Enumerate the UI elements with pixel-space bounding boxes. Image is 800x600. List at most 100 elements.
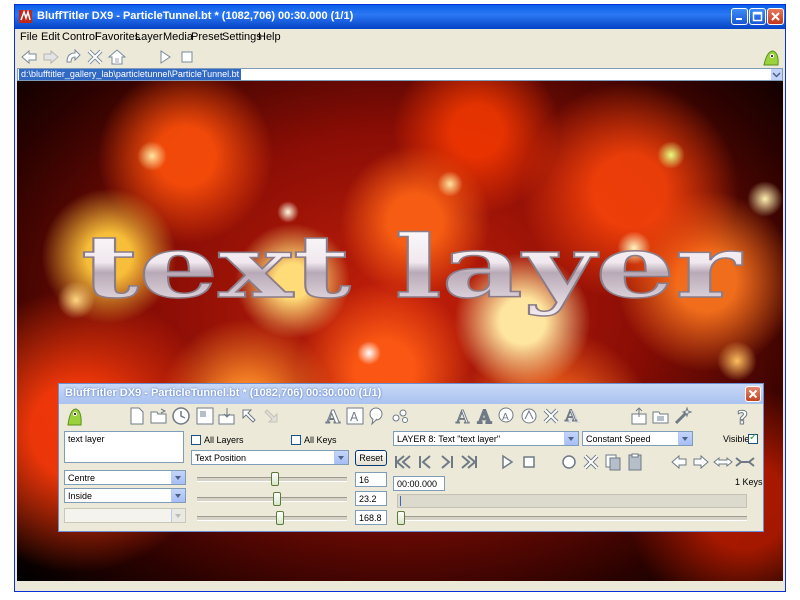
previous-key-icon[interactable] [415, 452, 435, 472]
slider-thumb-3[interactable] [275, 511, 284, 525]
text-box-icon[interactable]: A [345, 406, 365, 426]
next-key-icon[interactable] [437, 452, 457, 472]
menu-layer[interactable]: Layer [135, 31, 163, 43]
all-keys-label: All Keys [304, 435, 337, 445]
redo-icon[interactable] [63, 47, 83, 67]
menu-favorites[interactable]: Favorites [95, 31, 140, 43]
particles-icon[interactable] [391, 406, 411, 426]
menu-control[interactable]: Control [62, 31, 97, 43]
stop-square-icon[interactable] [519, 452, 539, 472]
font-icon[interactable]: A [323, 406, 343, 427]
back-icon[interactable] [19, 47, 39, 67]
clock-icon[interactable] [171, 406, 191, 426]
menu-media[interactable]: Media [163, 31, 193, 43]
export-icon[interactable] [629, 406, 649, 426]
close-button[interactable] [767, 8, 784, 25]
svg-text:A: A [350, 410, 359, 424]
paste-key-icon[interactable] [625, 452, 645, 472]
chevron-down-icon [171, 509, 185, 522]
position-select-value: Inside [68, 491, 93, 501]
font-bubble-icon[interactable]: A [497, 406, 517, 426]
keys-count: 1 Keys [735, 477, 763, 487]
text-content-field[interactable]: text layer [64, 431, 184, 463]
align-select[interactable]: Centre [64, 470, 186, 485]
play-icon[interactable] [155, 47, 175, 67]
font-shape-icon[interactable] [519, 406, 539, 426]
value-1: 16 [359, 475, 370, 485]
dialog-close-button[interactable] [745, 386, 761, 402]
slider-thumb-2[interactable] [272, 492, 281, 506]
maximize-button[interactable] [749, 8, 766, 25]
import-icon[interactable] [217, 406, 237, 426]
layer-dialog: BluffTitler DX9 - ParticleTunnel.bt * (1… [58, 383, 764, 532]
all-layers-checkbox[interactable] [191, 435, 201, 445]
chevron-down-icon[interactable] [334, 451, 348, 464]
record-key-icon[interactable] [559, 452, 579, 472]
visible-checkbox[interactable] [748, 432, 758, 444]
copy-key-icon[interactable] [603, 452, 623, 472]
viewport-3d-text: text layer [81, 217, 743, 318]
stop-square-icon[interactable] [177, 47, 197, 67]
all-keys-checkbox[interactable] [291, 435, 301, 445]
svg-text:?: ? [737, 407, 748, 426]
chevron-down-icon[interactable] [678, 432, 692, 445]
arrow-up-left-icon[interactable] [239, 406, 259, 426]
timeline-cursor[interactable] [400, 496, 401, 506]
bubble-icon[interactable] [367, 406, 387, 426]
open-folder-icon[interactable] [149, 406, 169, 426]
home-icon[interactable] [107, 47, 127, 67]
skip-to-start-icon[interactable] [393, 452, 413, 472]
skip-to-end-icon[interactable] [459, 452, 479, 472]
font-outline-icon[interactable]: A [475, 406, 495, 426]
position-select[interactable]: Inside [64, 488, 186, 503]
shift-left-icon[interactable] [669, 452, 689, 472]
new-layer-icon[interactable] [127, 406, 147, 426]
value-field-1[interactable]: 16 [355, 472, 387, 487]
speed-select[interactable]: Constant Speed [582, 431, 693, 446]
forward-icon[interactable] [41, 47, 61, 67]
expand-icon[interactable] [713, 452, 733, 472]
time-slider-track[interactable] [397, 516, 747, 521]
value-field-3[interactable]: 168.8 [355, 510, 387, 525]
chevron-down-icon[interactable] [564, 432, 578, 445]
path-value: d:\blufftitler_gallery_lab\particletunne… [19, 69, 242, 80]
help-icon[interactable]: ? [733, 406, 753, 427]
dialog-title-bar[interactable]: BluffTitler DX9 - ParticleTunnel.bt * (1… [59, 384, 763, 404]
font-style-icon[interactable]: A [453, 406, 473, 427]
menu-settings[interactable]: Settings [222, 31, 262, 43]
shift-right-icon[interactable] [691, 452, 711, 472]
time-slider-thumb[interactable] [397, 511, 405, 525]
chevron-down-icon[interactable] [171, 471, 185, 484]
media-folder-icon[interactable] [651, 406, 671, 426]
minimize-button[interactable] [731, 8, 748, 25]
layer-select[interactable]: LAYER 8: Text "text layer" [393, 431, 579, 446]
chevron-down-icon[interactable] [771, 69, 782, 80]
delete-key-icon[interactable] [581, 452, 601, 472]
timeline-track[interactable] [397, 494, 747, 508]
path-combo[interactable]: d:\blufftitler_gallery_lab\particletunne… [17, 68, 783, 81]
value-2: 23.2 [359, 494, 377, 504]
compress-icon[interactable] [735, 452, 755, 472]
slider-track-3[interactable] [197, 516, 347, 521]
stop-icon[interactable] [85, 47, 105, 67]
title-bar[interactable]: BluffTitler DX9 - ParticleTunnel.bt * (1… [15, 5, 785, 29]
font-shadow-icon[interactable]: AA [563, 406, 583, 426]
value-field-2[interactable]: 23.2 [355, 491, 387, 506]
bluffy-icon[interactable] [761, 47, 781, 67]
app-logo-icon [19, 9, 32, 23]
menu-edit[interactable]: Edit [41, 31, 60, 43]
value-3: 168.8 [359, 513, 382, 523]
magic-wand-icon[interactable] [673, 406, 693, 426]
reset-button[interactable]: Reset [355, 450, 387, 466]
slider-thumb-1[interactable] [271, 472, 279, 486]
menu-preset[interactable]: Preset [191, 31, 223, 43]
time-field[interactable]: 00:00.000 [393, 476, 445, 491]
property-select[interactable]: Text Position [191, 450, 349, 465]
delete-icon[interactable] [541, 406, 561, 426]
play-icon[interactable] [497, 452, 517, 472]
layout-icon[interactable] [195, 406, 215, 426]
menu-help[interactable]: Help [258, 31, 281, 43]
menu-file[interactable]: File [20, 31, 38, 43]
bluffy-icon[interactable] [65, 406, 85, 426]
chevron-down-icon[interactable] [171, 489, 185, 502]
